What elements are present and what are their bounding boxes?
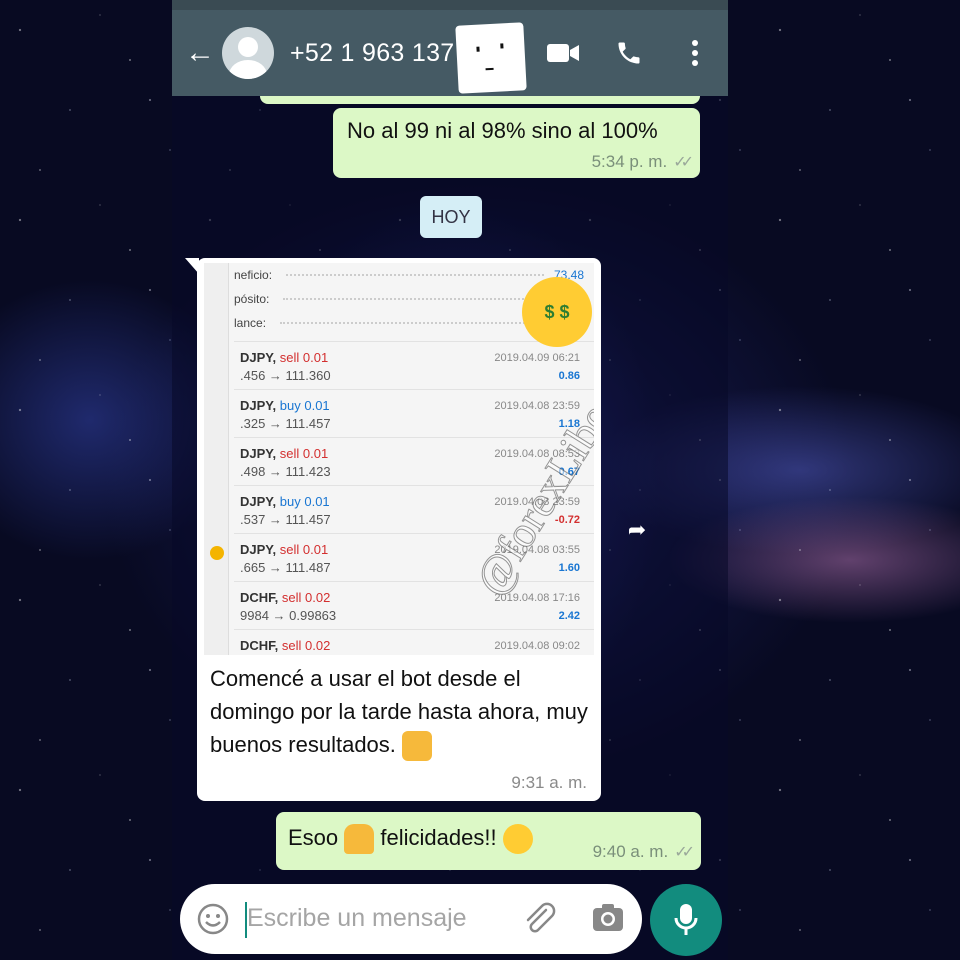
trade-side: buy 0.01 xyxy=(279,398,330,413)
trade-side: sell 0.02 xyxy=(281,590,331,605)
message-composer: Escribe un mensaje xyxy=(180,884,642,954)
trade-time: 2019.04.08 23:59 xyxy=(494,496,580,508)
message-time: 9:31 a. m. xyxy=(511,773,587,792)
hugging-face-icon xyxy=(502,824,533,854)
redaction-sticker xyxy=(455,22,527,94)
trade-prices: 9984 → 0.99863 xyxy=(240,608,337,623)
message-input[interactable]: Escribe un mensaje xyxy=(247,904,467,933)
trade-profit: -0.72 xyxy=(554,514,580,526)
read-receipt-icon: ✓✓ xyxy=(674,844,695,861)
trade-symbol: DCHF, sell 0.02 xyxy=(240,638,331,653)
previous-message-edge xyxy=(260,96,700,104)
trade-history-list: DJPY, sell 0.01 .456 → 111.360 2019.04.09 … xyxy=(234,341,594,655)
trade-row: DCHF, sell 0.02 9984 → 0.99863 2019.04.08 … xyxy=(234,581,594,629)
trade-profit: 1.60 xyxy=(558,562,580,574)
status-bar xyxy=(172,0,728,10)
trade-row: DJPY, sell 0.01 .665 → 111.487 2019.04.08 … xyxy=(234,533,594,581)
trade-time: 2019.04.08 17:16 xyxy=(494,592,580,604)
trade-time: 2019.04.08 08:53 xyxy=(494,448,580,460)
trade-profit: 0.86 xyxy=(558,370,580,382)
image-attachment[interactable]: neficio: 73.48 pósito: lance: DJPY, sell… xyxy=(204,263,594,655)
message-outgoing[interactable]: No al 99 ni al 98% sino al 100% 5:34 p. … xyxy=(333,108,700,178)
flexed-biceps-icon xyxy=(344,824,375,854)
trade-symbol: DJPY, sell 0.01 xyxy=(240,446,329,461)
message-text: Comencé a usar el bot desde el domingo p… xyxy=(210,662,595,762)
trade-side: sell 0.01 xyxy=(279,446,329,461)
trade-symbol: DJPY, buy 0.01 xyxy=(240,494,330,509)
message-text: No al 99 ni al 98% sino al 100% xyxy=(347,118,658,143)
message-text: Esoo felicidades!! xyxy=(288,824,533,854)
mic-icon[interactable] xyxy=(650,884,722,956)
trade-prices: .456 → 111.360 xyxy=(240,368,331,383)
avatar[interactable] xyxy=(222,27,274,79)
message-meta: 5:34 p. m. ✓✓ xyxy=(591,152,694,172)
trade-time: 2019.04.08 23:59 xyxy=(494,400,580,412)
trade-time: 2019.04.09 06:21 xyxy=(494,352,580,364)
coin-icon xyxy=(210,546,224,560)
trade-profit: 2.42 xyxy=(558,610,580,622)
emoji-icon[interactable] xyxy=(196,902,230,941)
trade-row: DJPY, buy 0.01 .325 → 111.457 2019.04.08 2… xyxy=(234,389,594,437)
trade-prices: .325 → 111.457 xyxy=(240,416,331,431)
trade-prices: .665 → 111.487 xyxy=(240,560,331,575)
header-actions xyxy=(530,10,728,96)
trade-time: 2019.04.08 03:55 xyxy=(494,544,580,556)
read-receipt-icon: ✓✓ xyxy=(673,154,694,171)
message-time: 5:34 p. m. xyxy=(591,152,668,171)
message-meta: 9:40 a. m. ✓✓ xyxy=(592,842,695,862)
trade-row: DJPY, buy 0.01 .537 → 111.457 2019.04.08 2… xyxy=(234,485,594,533)
video-call-icon[interactable] xyxy=(530,42,596,64)
trade-symbol: DCHF, sell 0.02 xyxy=(240,590,331,605)
trade-profit: 0.67 xyxy=(558,466,580,478)
money-mouth-face-icon: $ $ xyxy=(522,277,592,347)
chat-header: ← +52 1 963 137 xyxy=(172,10,728,96)
thumbs-up-icon xyxy=(402,731,433,762)
message-incoming[interactable]: neficio: 73.48 pósito: lance: DJPY, sell… xyxy=(185,258,601,801)
trade-time: 2019.04.08 09:02 xyxy=(494,640,580,652)
message-outgoing[interactable]: Esoo felicidades!! 9:40 a. m. ✓✓ xyxy=(276,812,701,870)
trade-symbol: DJPY, sell 0.01 xyxy=(240,542,329,557)
trade-symbol: DJPY, buy 0.01 xyxy=(240,398,330,413)
camera-icon[interactable] xyxy=(592,903,624,938)
forward-icon[interactable]: ➦ xyxy=(622,515,652,545)
trade-side: sell 0.02 xyxy=(281,638,331,653)
trade-row: DCHF, sell 0.02 2019.04.08 09:02 xyxy=(234,629,594,655)
contact-name[interactable]: +52 1 963 137 xyxy=(290,39,454,68)
trade-side: sell 0.01 xyxy=(279,542,329,557)
trade-side: buy 0.01 xyxy=(279,494,330,509)
trade-prices: .537 → 111.457 xyxy=(240,512,331,527)
more-vert-icon[interactable] xyxy=(662,39,728,67)
trade-symbol: DJPY, sell 0.01 xyxy=(240,350,329,365)
trade-prices: .498 → 111.423 xyxy=(240,464,331,479)
date-divider: HOY xyxy=(420,196,482,238)
trade-row: DJPY, sell 0.01 .498 → 111.423 2019.04.08 … xyxy=(234,437,594,485)
arrow-left-icon[interactable]: ← xyxy=(178,36,222,70)
message-time: 9:40 a. m. xyxy=(592,842,669,861)
attach-icon[interactable] xyxy=(522,902,558,941)
trade-side: sell 0.01 xyxy=(279,350,329,365)
trade-profit: 1.18 xyxy=(558,418,580,430)
phone-icon[interactable] xyxy=(596,39,662,67)
trade-row: DJPY, sell 0.01 .456 → 111.360 2019.04.09 … xyxy=(234,341,594,389)
